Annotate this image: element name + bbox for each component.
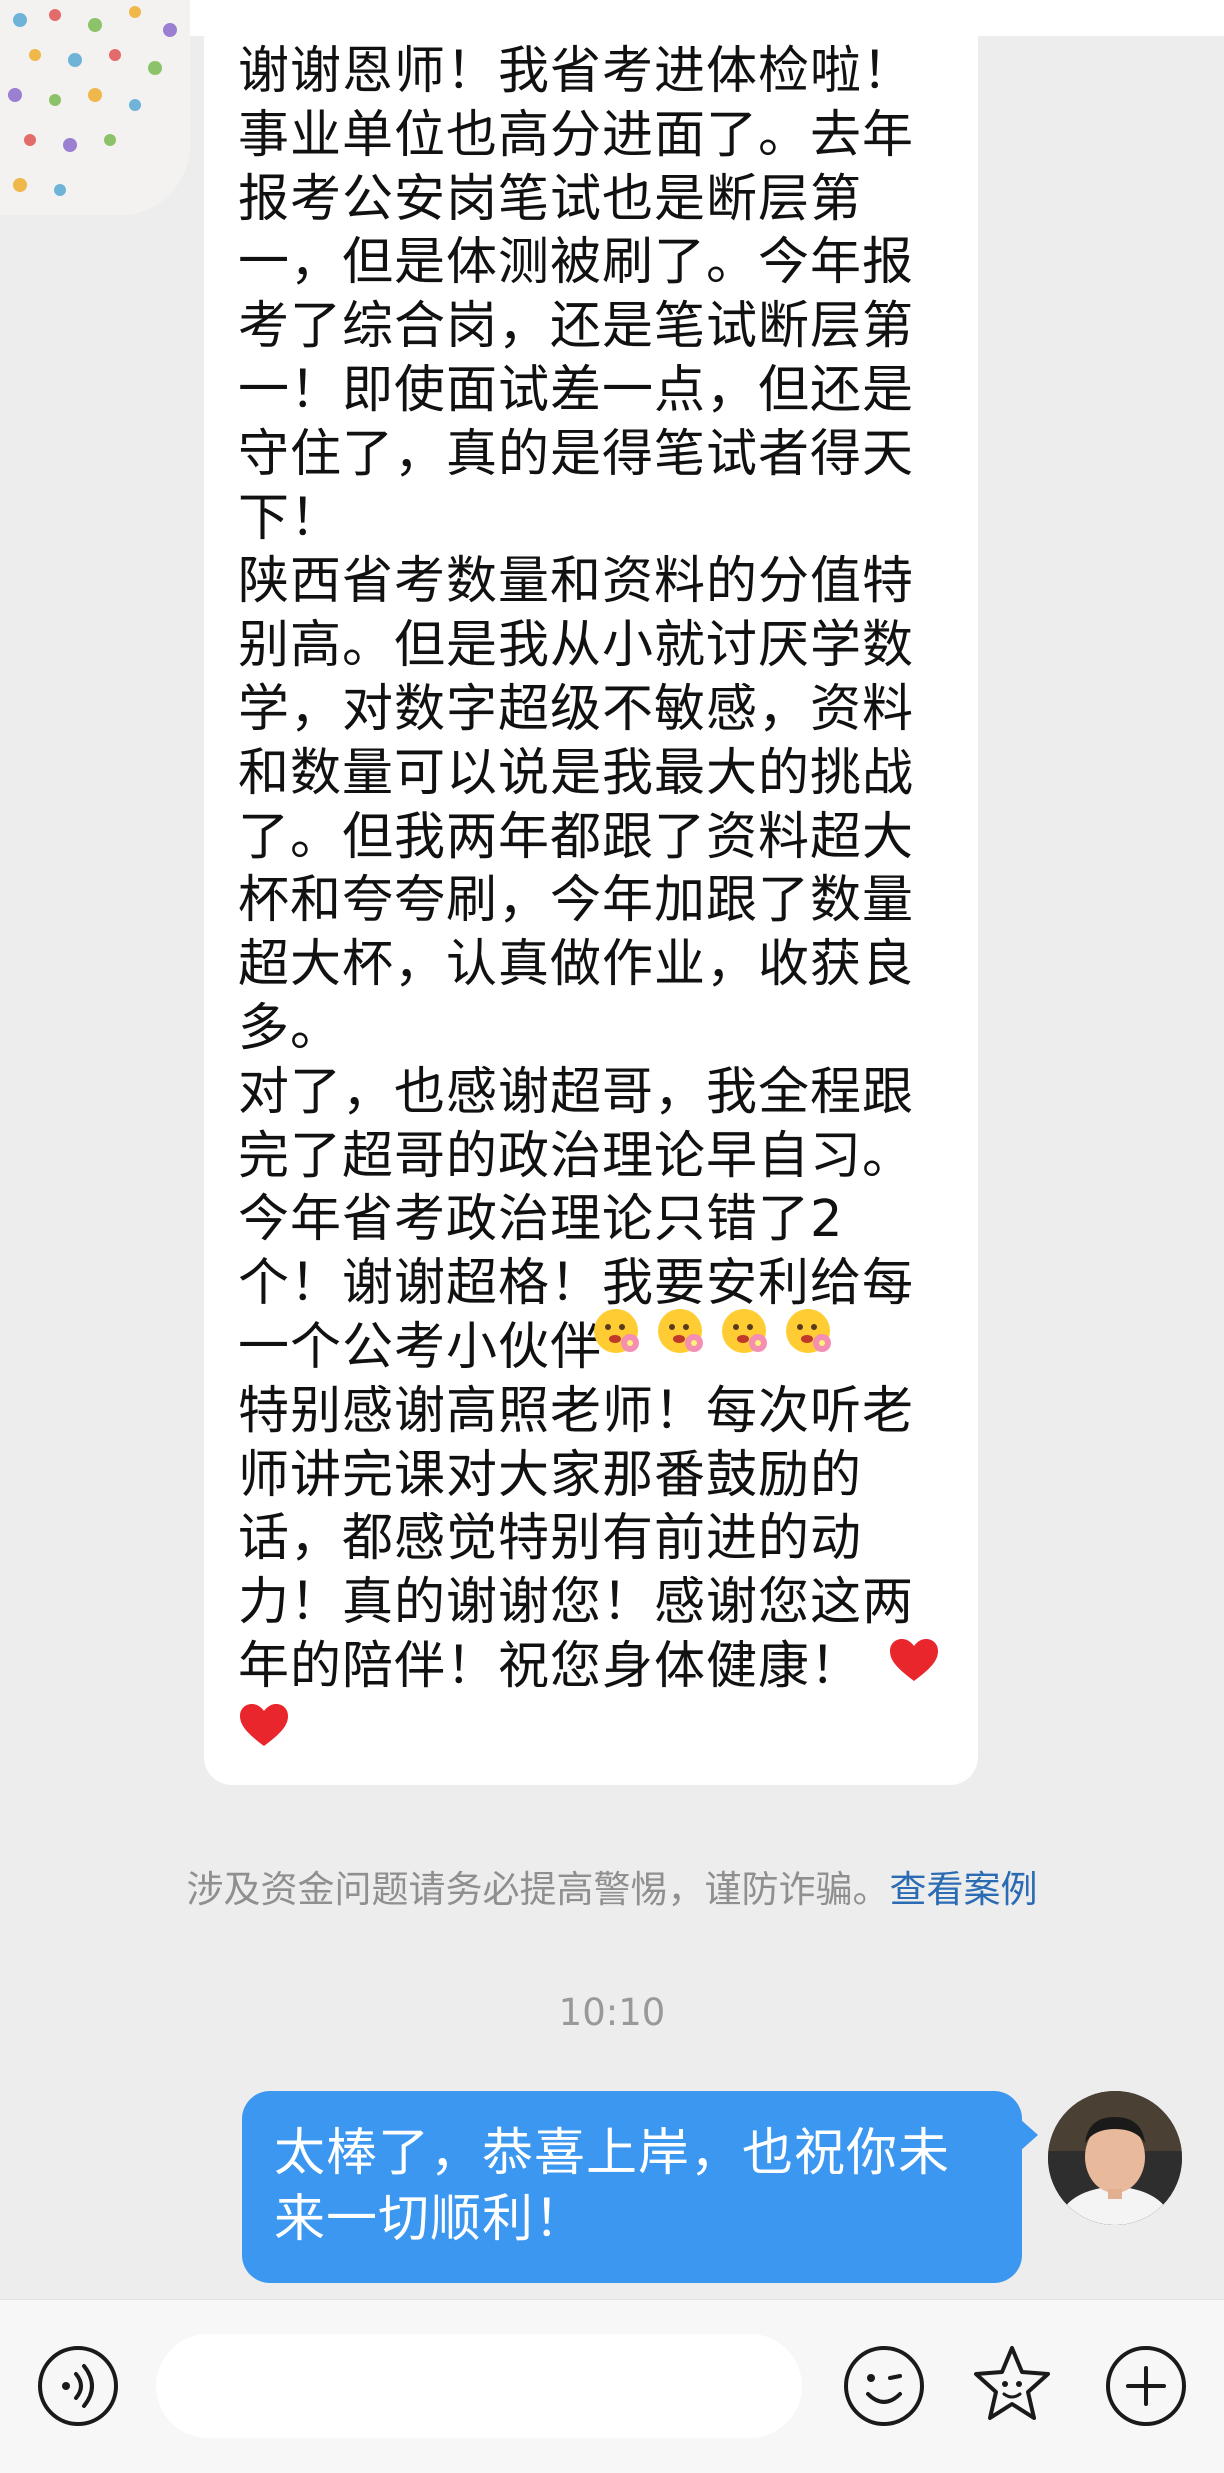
plus-icon[interactable] <box>1100 2340 1192 2432</box>
message-input[interactable] <box>156 2334 802 2438</box>
heart-emoji-icon <box>890 1639 938 1681</box>
incoming-message-bubble[interactable]: 谢谢恩师！我省考进体检啦！ 事业单位也高分进面了。去年 报考公安岗笔试也是断层第… <box>204 10 978 1785</box>
input-bar <box>0 2299 1224 2473</box>
flower-emoji-icon <box>658 1309 703 1353</box>
flower-emoji-icon <box>722 1309 767 1353</box>
user-avatar[interactable] <box>1048 2091 1182 2225</box>
emoji-icon[interactable] <box>838 2340 930 2432</box>
message-timestamp: 10:10 <box>558 1991 666 2034</box>
fraud-warning-notice: 涉及资金问题请务必提高警惕，谨防诈骗。查看案例 <box>0 1862 1224 1918</box>
view-cases-link[interactable]: 查看案例 <box>890 1868 1038 1911</box>
flower-emoji-icon <box>786 1309 831 1353</box>
outgoing-message-bubble[interactable]: 太棒了，恭喜上岸，也祝你未来一切顺利！ <box>242 2091 1038 2283</box>
heart-emoji-icon <box>240 1704 288 1746</box>
sticker-icon[interactable] <box>966 2340 1058 2432</box>
incoming-message-text: 谢谢恩师！我省考进体检啦！ 事业单位也高分进面了。去年 报考公安岗笔试也是断层第… <box>238 42 915 1696</box>
voice-icon[interactable] <box>32 2340 124 2432</box>
emoji-row <box>588 1301 836 1357</box>
contact-avatar[interactable] <box>0 0 190 215</box>
outgoing-message-text: 太棒了，恭喜上岸，也祝你未来一切顺利！ <box>274 2124 951 2249</box>
bubble-tail <box>1020 2119 1038 2151</box>
flower-emoji-icon <box>594 1309 639 1353</box>
fraud-warning-text: 涉及资金问题请务必提高警惕，谨防诈骗。 <box>186 1868 890 1911</box>
